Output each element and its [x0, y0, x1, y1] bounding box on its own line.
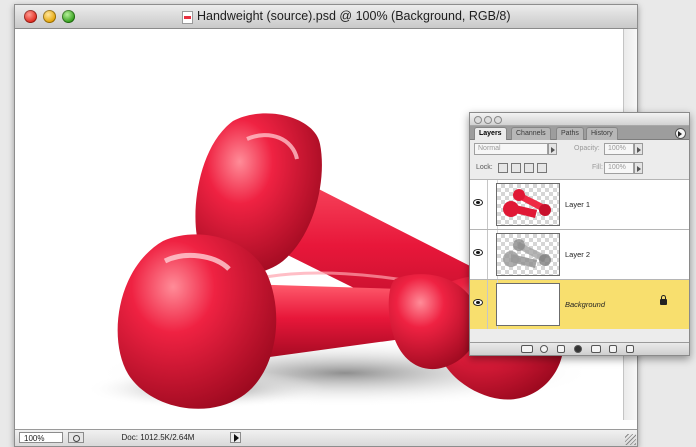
tab-layers[interactable]: Layers: [474, 127, 507, 140]
layer-thumbnail[interactable]: [496, 233, 560, 276]
layer-thumbnail[interactable]: [496, 183, 560, 226]
lock-image-icon[interactable]: [511, 163, 521, 173]
layer-row-background[interactable]: Background: [470, 279, 689, 329]
window-titlebar[interactable]: Handweight (source).psd @ 100% (Backgrou…: [15, 5, 637, 29]
minimize-button[interactable]: [43, 10, 56, 23]
fill-slider-arrow-icon[interactable]: [634, 162, 643, 174]
zoom-button[interactable]: [62, 10, 75, 23]
tab-history[interactable]: History: [586, 127, 618, 140]
tab-paths[interactable]: Paths: [556, 127, 584, 140]
status-bar: 100% Doc: 1012.5K/2.64M: [15, 429, 637, 446]
palette-titlebar[interactable]: [470, 113, 689, 126]
resize-grip-icon[interactable]: [625, 434, 636, 445]
eye-icon[interactable]: [473, 199, 483, 206]
layer-name[interactable]: Background: [565, 300, 605, 309]
close-button[interactable]: [24, 10, 37, 23]
palette-menu-icon[interactable]: [675, 128, 686, 139]
blend-row: Normal Opacity: 100%: [470, 140, 689, 158]
zoom-field[interactable]: 100%: [19, 432, 63, 443]
eye-icon[interactable]: [473, 299, 483, 306]
layer-name[interactable]: Layer 2: [565, 250, 590, 259]
window-title: Handweight (source).psd @ 100% (Backgrou…: [197, 9, 511, 23]
lock-label: Lock:: [476, 164, 493, 171]
palette-close-button[interactable]: [474, 116, 482, 124]
opacity-slider-arrow-icon[interactable]: [634, 143, 643, 155]
blend-mode-stepper[interactable]: [548, 143, 557, 155]
layer-row-layer-2[interactable]: Layer 2: [470, 229, 689, 279]
opacity-label: Opacity:: [574, 145, 600, 152]
info-menu-arrow-icon[interactable]: [230, 432, 241, 443]
preview-icon[interactable]: [68, 432, 84, 443]
link-icon[interactable]: [521, 345, 533, 353]
fill-field[interactable]: 100%: [604, 162, 634, 174]
lock-transparency-icon[interactable]: [498, 163, 508, 173]
layer-row-layer-1[interactable]: Layer 1: [470, 179, 689, 229]
palette-minimize-button[interactable]: [484, 116, 492, 124]
fx-icon[interactable]: [540, 345, 548, 353]
palette-bottom-bar: [470, 342, 689, 355]
palette-tabs: Layers Channels Paths History: [470, 126, 689, 140]
lock-all-icon[interactable]: [537, 163, 547, 173]
layers-palette: Layers Channels Paths History Normal Opa…: [469, 112, 690, 356]
adjustment-icon[interactable]: [574, 345, 582, 353]
fill-label: Fill:: [592, 164, 603, 171]
tab-channels[interactable]: Channels: [511, 127, 551, 140]
psd-file-icon: [182, 11, 193, 24]
lock-icon: [660, 295, 667, 305]
mask-icon[interactable]: [557, 345, 565, 353]
trash-icon[interactable]: [626, 345, 634, 353]
group-icon[interactable]: [591, 345, 601, 353]
layer-name[interactable]: Layer 1: [565, 200, 590, 209]
lock-row: Lock: Fill: 100%: [470, 159, 689, 177]
opacity-field[interactable]: 100%: [604, 143, 634, 155]
doc-size-info: Doc: 1012.5K/2.64M: [121, 433, 195, 442]
palette-zoom-button[interactable]: [494, 116, 502, 124]
lock-position-icon[interactable]: [524, 163, 534, 173]
eye-icon[interactable]: [473, 249, 483, 256]
new-layer-icon[interactable]: [609, 345, 617, 353]
blend-mode-select[interactable]: Normal: [474, 143, 548, 155]
layer-thumbnail[interactable]: [496, 283, 560, 326]
